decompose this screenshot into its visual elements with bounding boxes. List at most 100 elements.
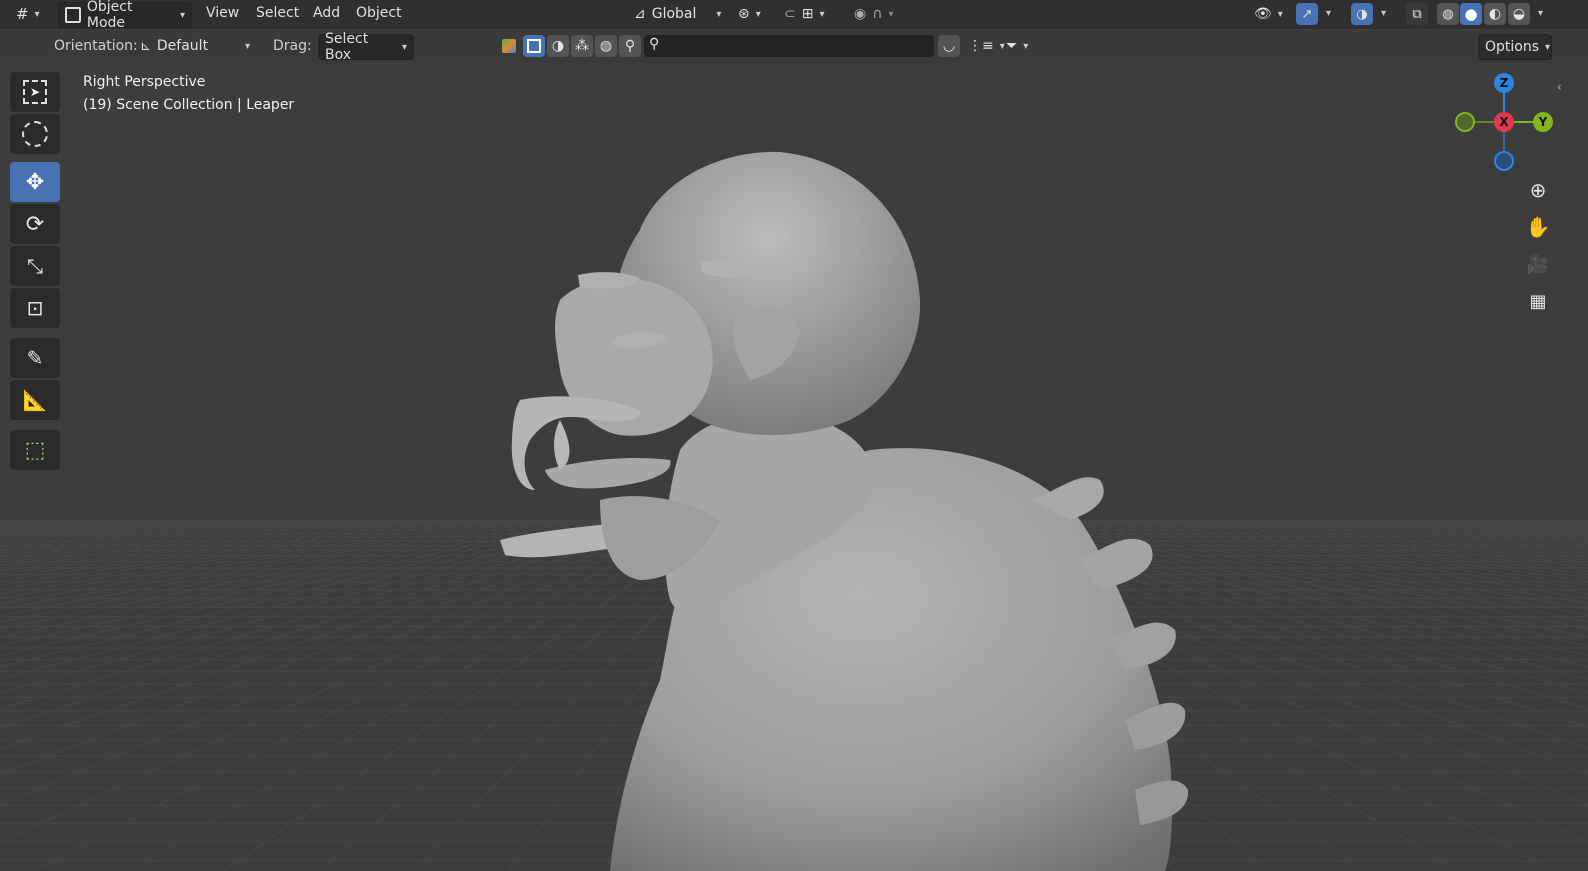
chevron-down-icon: ▾: [819, 8, 825, 20]
object-type-visibility-button[interactable]: [498, 35, 520, 57]
material-sphere-icon: ◐: [1488, 6, 1502, 22]
gizmo-z-axis[interactable]: Z: [1494, 73, 1514, 93]
gizmo-y-axis[interactable]: Y: [1533, 112, 1553, 132]
z-axis-label: Z: [1499, 76, 1509, 90]
navigation-gizmo[interactable]: Z X Y: [1450, 70, 1560, 180]
sphere-icon: ◑: [551, 38, 565, 54]
mode-selector[interactable]: Object Mode ▾: [58, 0, 192, 31]
filter-curve-button[interactable]: ◡: [938, 35, 960, 57]
chevron-down-icon[interactable]: ▾: [1538, 8, 1543, 19]
collection-info: (19) Scene Collection | Leaper: [83, 97, 295, 113]
proportional-edit-toggle[interactable]: ◉ ∩ ▾: [848, 2, 900, 26]
rendered-sphere-icon: ◒: [1512, 6, 1526, 22]
chevron-down-icon[interactable]: ▾: [1326, 8, 1331, 19]
drag-value: Select Box: [325, 31, 369, 63]
eye-icon: 👁: [1254, 6, 1272, 22]
shading-toggle-1[interactable]: ◑: [547, 35, 569, 57]
drag-label: Drag:: [273, 38, 312, 54]
curve-icon: ◡: [942, 38, 956, 54]
tool-rotate[interactable]: ⟳: [10, 204, 60, 244]
ortho-toggle-button[interactable]: ▦: [1522, 285, 1554, 317]
tool-move[interactable]: ✥: [10, 162, 60, 202]
overlays-toggle-button[interactable]: ◑: [1351, 3, 1373, 25]
options-dropdown[interactable]: Options ▾: [1478, 34, 1552, 60]
gizmo-neg-z-axis[interactable]: [1494, 151, 1514, 171]
pivot-icon: ⊛: [738, 6, 750, 22]
search-icon: ⚲: [649, 36, 660, 52]
shading-wireframe-button[interactable]: ◍: [1437, 3, 1459, 25]
pivot-point-selector[interactable]: ⊛ ▾: [732, 2, 767, 26]
gizmo-neg-y-axis[interactable]: [1455, 112, 1475, 132]
shading-toggle-2[interactable]: ⁂: [571, 35, 593, 57]
rotate-icon: ⟳: [25, 211, 45, 237]
tool-add-cube[interactable]: ⬚: [10, 430, 60, 470]
tool-select-box[interactable]: ➤: [10, 72, 60, 112]
camera-view-button[interactable]: 🎥: [1522, 248, 1554, 280]
pose-icon: ⚲: [624, 38, 636, 54]
xray-toggle-button[interactable]: ⧉: [1406, 3, 1428, 25]
shading-material-button[interactable]: ◐: [1484, 3, 1506, 25]
view-name: Right Perspective: [83, 74, 206, 90]
search-box[interactable]: ⚲: [644, 35, 934, 57]
shading-solid-button[interactable]: ●: [1460, 3, 1482, 25]
snap-toggle[interactable]: ⊂ ⊞ ▾: [778, 2, 831, 26]
options-label: Options: [1485, 39, 1540, 55]
search-input[interactable]: [668, 36, 932, 56]
snap-increment-icon: ⊞: [801, 6, 814, 22]
chevron-down-icon: ▾: [1023, 40, 1029, 52]
shading-toggle-4[interactable]: ⚲: [619, 35, 641, 57]
gizmo-x-axis[interactable]: X: [1494, 112, 1514, 132]
chevron-down-icon: ▾: [244, 40, 250, 52]
tree-icon: ⋮≡: [968, 38, 994, 54]
gizmo-toggle-button[interactable]: ↗: [1296, 3, 1318, 25]
tool-cursor[interactable]: [10, 114, 60, 154]
select-mode-box-button[interactable]: [523, 35, 545, 57]
orientation-dropdown[interactable]: ⊾ Default ▾: [134, 34, 256, 58]
solid-sphere-icon: ●: [1464, 5, 1478, 23]
orientation-label: Orientation:: [54, 38, 138, 54]
mode-label: Object Mode: [86, 0, 133, 31]
chevron-down-icon: ▾: [179, 9, 185, 21]
drag-dropdown[interactable]: Select Box ▾: [318, 31, 414, 63]
object-mode-icon: [65, 7, 81, 23]
x-axis-label: X: [1499, 115, 1509, 129]
funnel-filter-dropdown[interactable]: ⏷ ▾: [1000, 34, 1034, 58]
chevron-down-icon: ▾: [888, 8, 894, 20]
tool-scale[interactable]: ⤡: [10, 246, 60, 286]
pan-hand-icon: ✋: [1525, 215, 1551, 239]
sculpt-model[interactable]: [500, 151, 1189, 871]
annotate-icon: ✎: [26, 346, 44, 370]
chevron-down-icon: ▾: [716, 8, 722, 20]
menu-add[interactable]: Add: [313, 5, 340, 21]
gizmo-arrow-icon: ↗: [1301, 6, 1313, 22]
chevron-down-icon[interactable]: ▾: [1381, 8, 1386, 19]
shading-toggle-3[interactable]: ◍: [595, 35, 617, 57]
measure-icon: 📐: [22, 388, 48, 412]
menu-view[interactable]: View: [206, 5, 239, 21]
tool-settings-header: Orientation: ⊾ Default ▾ Drag: Select Bo…: [0, 30, 1588, 63]
tool-annotate[interactable]: ✎: [10, 338, 60, 378]
falloff-curve-icon: ∩: [872, 6, 883, 22]
add-cube-icon: ⬚: [24, 437, 46, 463]
world-icon: ◍: [599, 38, 613, 54]
viewport-header: # ▾ Object Mode ▾ View Select Add Object…: [0, 0, 1588, 31]
menu-select[interactable]: Select: [256, 5, 299, 21]
select-square-icon: [527, 39, 541, 53]
3d-viewport[interactable]: # ▾ Object Mode ▾ View Select Add Object…: [0, 0, 1588, 871]
zoom-button[interactable]: ⊕: [1522, 174, 1554, 206]
pan-button[interactable]: ✋: [1522, 211, 1554, 243]
orientation-value: Default: [156, 38, 209, 54]
sidebar-toggle-icon[interactable]: ‹: [1557, 80, 1562, 94]
tool-measure[interactable]: 📐: [10, 380, 60, 420]
shading-rendered-button[interactable]: ◒: [1508, 3, 1530, 25]
visibility-selector[interactable]: 👁 ▾: [1248, 2, 1289, 26]
editor-type-selector[interactable]: # ▾: [10, 2, 46, 26]
menu-object[interactable]: Object: [356, 5, 402, 21]
floor-grid: [0, 151, 1588, 871]
tool-transform[interactable]: ⊡: [10, 288, 60, 328]
chevron-down-icon: ▾: [755, 8, 761, 20]
xray-icon: ⧉: [1412, 6, 1422, 22]
camera-icon: 🎥: [1526, 253, 1550, 275]
magnet-icon: ⊂: [784, 6, 796, 22]
transform-orientation-selector[interactable]: ⊿ Global ▾: [628, 2, 727, 26]
